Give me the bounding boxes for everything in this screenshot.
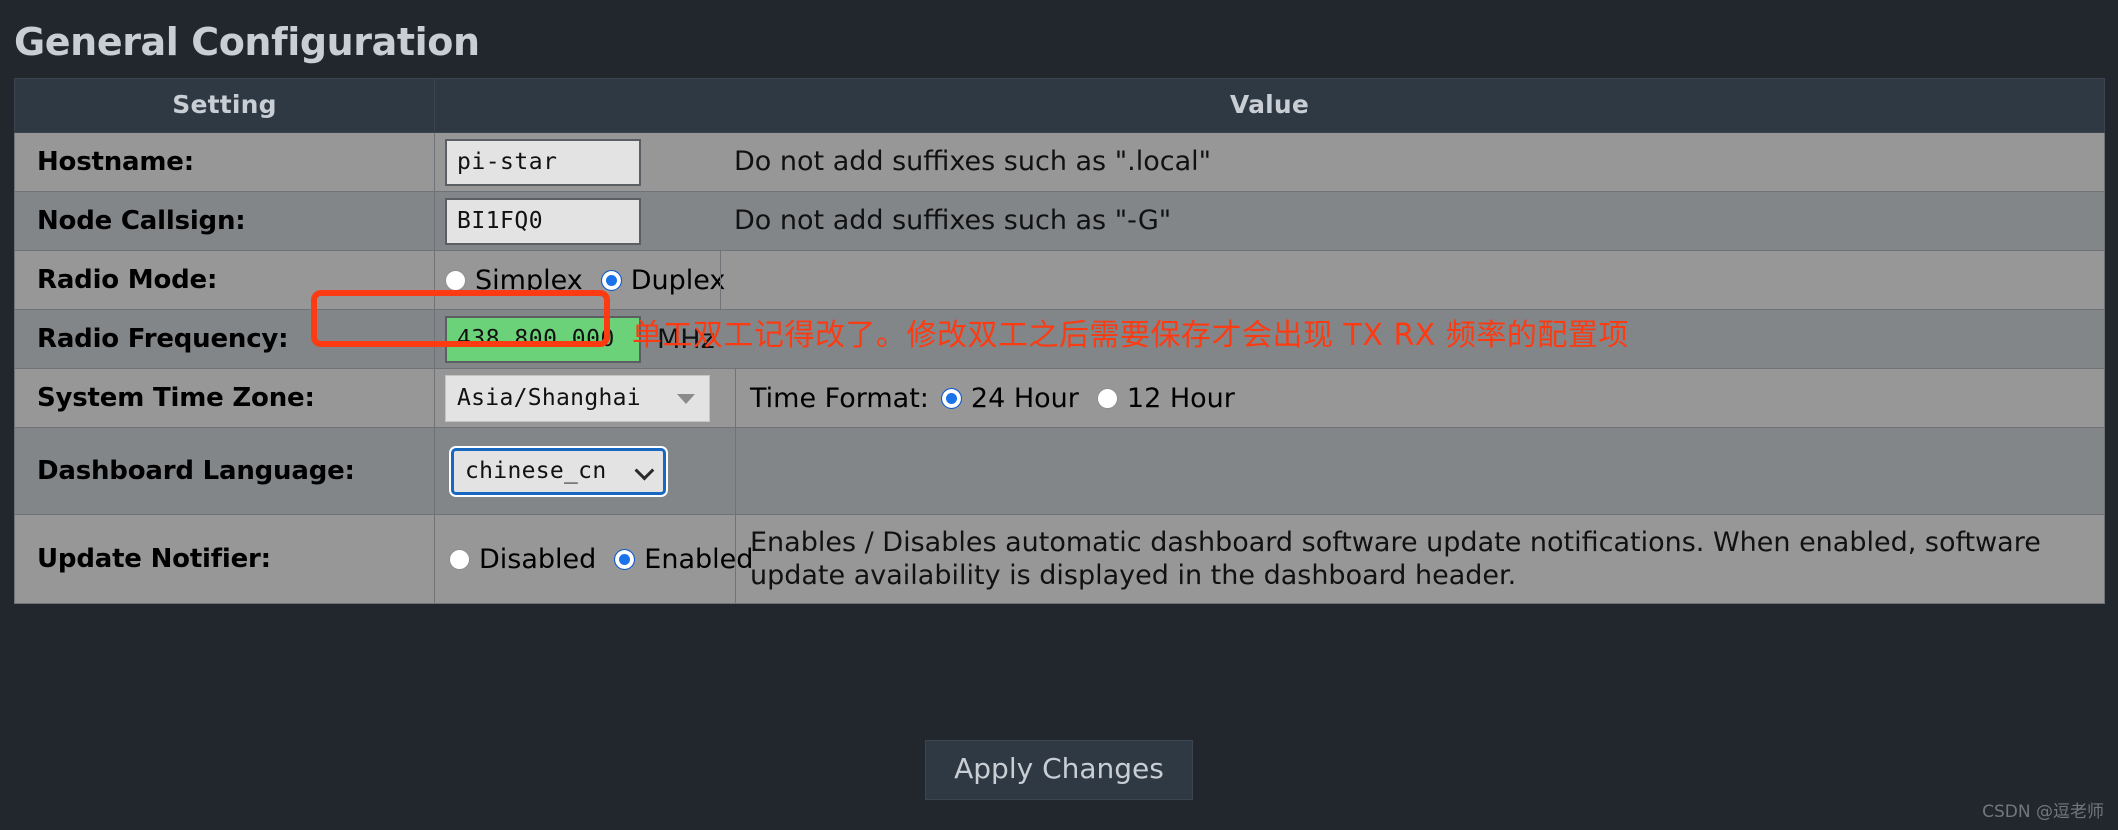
update-notifier-disabled[interactable]: Disabled (449, 544, 596, 575)
table-row-update-notifier: Update Notifier: Disabled Enabled Enable… (14, 514, 2105, 604)
timezone-select[interactable]: Asia/Shanghai (445, 374, 710, 422)
config-page: General Configuration Setting Value Host… (0, 0, 2118, 830)
radio-unselected-icon[interactable] (449, 548, 470, 570)
setting-label-dashboard-language: Dashboard Language: (14, 427, 435, 515)
watermark: CSDN @逗老师 (1982, 802, 2104, 822)
radio-unselected-icon[interactable] (445, 269, 466, 291)
apply-changes-row: Apply Changes (0, 740, 2118, 800)
time-format-12-hour-label: 12 Hour (1126, 382, 1235, 414)
hostname-help-text: Do not add suffixes such as ".local" (734, 146, 1212, 178)
timezone-select-value: Asia/Shanghai (457, 385, 641, 411)
dashboard-language-select[interactable]: chinese_cn (451, 447, 666, 495)
hostname-input[interactable]: pi-star (445, 138, 641, 186)
node-callsign-help-text: Do not add suffixes such as "-G" (734, 205, 1172, 237)
table-row-node-callsign: Node Callsign: BI1FQ0 Do not add suffixe… (14, 191, 2105, 251)
time-format-label: Time Format: (750, 382, 929, 414)
setting-label-node-callsign: Node Callsign: (14, 191, 435, 251)
update-notifier-options: Disabled Enabled (435, 544, 753, 575)
node-callsign-input[interactable]: BI1FQ0 (445, 197, 641, 245)
update-notifier-disabled-label: Disabled (479, 543, 597, 575)
radio-mode-options: Simplex Duplex (435, 265, 725, 296)
table-row-system-time-zone: System Time Zone: Asia/Shanghai Time For… (14, 368, 2105, 428)
chevron-down-icon (634, 460, 655, 481)
time-format-wrap: Time Format: 24 Hour 12 Hour (735, 369, 2104, 427)
radio-selected-icon[interactable] (614, 548, 636, 570)
time-format-24-hour[interactable]: 24 Hour (940, 382, 1079, 414)
radio-mode-simplex-label: Simplex (475, 264, 583, 296)
dashboard-language-select-value: chinese_cn (465, 458, 607, 484)
value-cell-node-callsign: BI1FQ0 Do not add suffixes such as "-G" (434, 191, 2105, 251)
column-header-setting: Setting (14, 78, 435, 133)
hostname-help-wrap: Do not add suffixes such as ".local" (720, 145, 2104, 178)
value-cell-update-notifier: Disabled Enabled Enables / Disables auto… (434, 514, 2105, 604)
setting-label-hostname: Hostname: (14, 132, 435, 192)
radio-mode-duplex-label: Duplex (630, 264, 726, 296)
setting-label-radio-mode: Radio Mode: (14, 250, 435, 310)
dashboard-language-select-wrap: chinese_cn (435, 447, 735, 495)
dashboard-language-spacer (735, 428, 2104, 514)
radio-selected-icon[interactable] (940, 387, 962, 409)
hostname-input-wrap: pi-star (435, 138, 720, 186)
radio-mode-duplex[interactable]: Duplex (600, 264, 726, 296)
annotation-text: 单工双工记得改了。修改双工之后需要保存才会出现 TX RX 频率的配置项 (632, 318, 1629, 353)
timezone-select-wrap: Asia/Shanghai (435, 374, 735, 422)
setting-label-update-notifier: Update Notifier: (14, 514, 435, 604)
value-cell-hostname: pi-star Do not add suffixes such as ".lo… (434, 132, 2105, 192)
value-cell-dashboard-language: chinese_cn (434, 427, 2105, 515)
node-callsign-input-wrap: BI1FQ0 (435, 197, 720, 245)
table-header-row: Setting Value (14, 78, 2105, 133)
update-notifier-enabled[interactable]: Enabled (614, 544, 753, 575)
table-row-hostname: Hostname: pi-star Do not add suffixes su… (14, 132, 2105, 192)
page-title: General Configuration (14, 20, 480, 64)
time-format-12-hour[interactable]: 12 Hour (1096, 382, 1235, 414)
apply-changes-button[interactable]: Apply Changes (925, 740, 1193, 800)
time-format-24-hour-label: 24 Hour (970, 382, 1079, 414)
update-notifier-help-text: Enables / Disables automatic dashboard s… (750, 526, 2041, 591)
chevron-down-icon (677, 394, 695, 404)
update-notifier-help-wrap: Enables / Disables automatic dashboard s… (735, 515, 2104, 603)
node-callsign-help-wrap: Do not add suffixes such as "-G" (720, 204, 2104, 237)
table-row-dashboard-language: Dashboard Language: chinese_cn (14, 427, 2105, 515)
table-row-radio-mode: Radio Mode: Simplex Duplex (14, 250, 2105, 310)
column-header-value: Value (434, 78, 2105, 133)
radio-selected-icon[interactable] (600, 269, 622, 291)
value-cell-system-time-zone: Asia/Shanghai Time Format: 24 Hour 12 Ho… (434, 368, 2105, 428)
radio-mode-annotation-slot (720, 251, 2104, 309)
radio-mode-simplex[interactable]: Simplex (445, 265, 583, 296)
radio-frequency-input[interactable]: 438.800.000 (445, 315, 641, 363)
setting-label-system-time-zone: System Time Zone: (14, 368, 435, 428)
radio-unselected-icon[interactable] (1096, 387, 1118, 409)
value-cell-radio-mode: Simplex Duplex (434, 250, 2105, 310)
setting-label-radio-frequency: Radio Frequency: (14, 309, 435, 369)
